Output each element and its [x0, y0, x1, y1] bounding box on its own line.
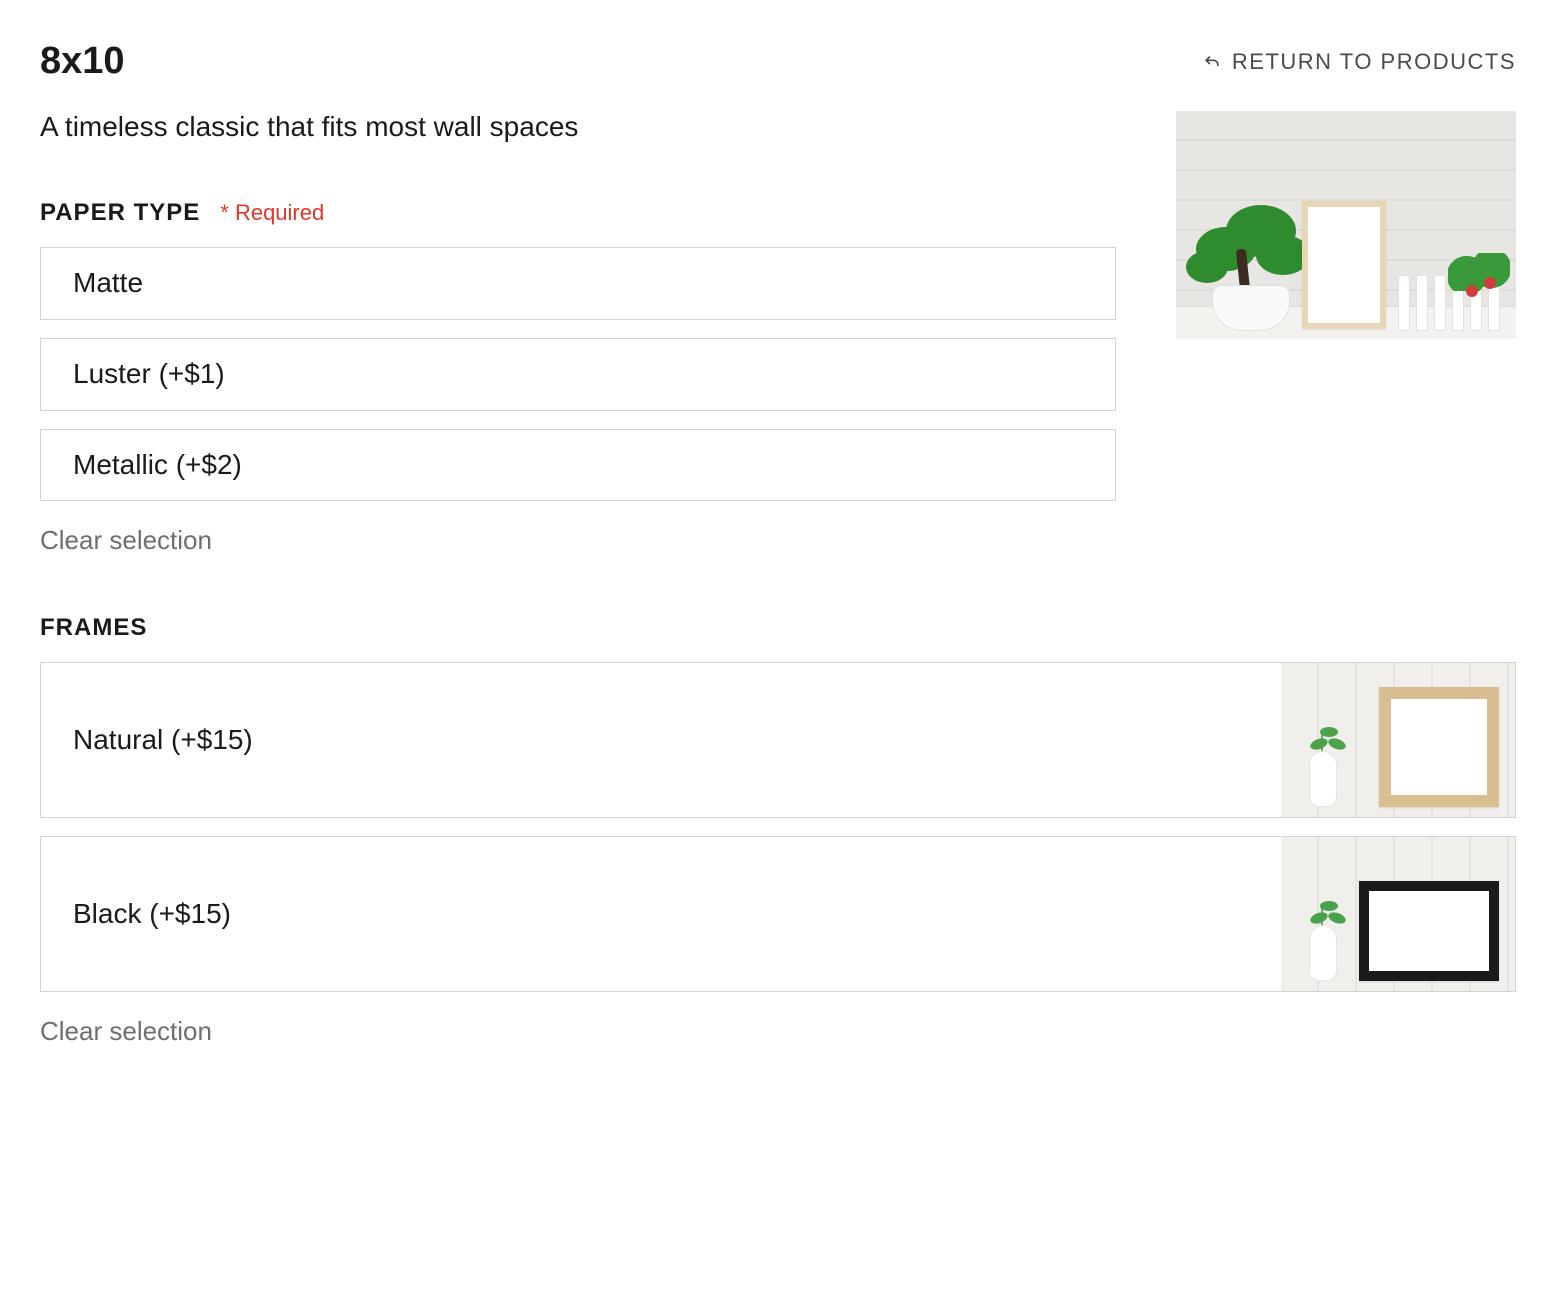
- frame-option-label: Black (+$15): [41, 879, 263, 950]
- paper-option-metallic[interactable]: Metallic (+$2): [40, 429, 1116, 502]
- product-image: [1176, 111, 1516, 339]
- frame-option-black[interactable]: Black (+$15): [40, 836, 1516, 992]
- paper-option-matte[interactable]: Matte: [40, 247, 1116, 320]
- paper-option-luster[interactable]: Luster (+$1): [40, 338, 1116, 411]
- return-link-label: RETURN TO PRODUCTS: [1232, 49, 1516, 75]
- frame-thumbnail-black: [1281, 837, 1515, 991]
- undo-icon: [1202, 52, 1222, 72]
- frame-option-list: Natural (+$15) Black (+$15): [40, 662, 1516, 992]
- page-title: 8x10: [40, 40, 125, 83]
- frames-label: FRAMES: [40, 614, 147, 642]
- frames-clear-selection[interactable]: Clear selection: [40, 1016, 212, 1047]
- frames-section: FRAMES Natural (+$15) Black (+$15): [40, 614, 1516, 1047]
- required-indicator: * Required: [220, 200, 324, 226]
- frame-option-label: Natural (+$15): [41, 705, 285, 776]
- paper-clear-selection[interactable]: Clear selection: [40, 525, 212, 556]
- product-subtitle: A timeless classic that fits most wall s…: [40, 111, 1116, 143]
- paper-type-section: PAPER TYPE * Required Matte Luster (+$1)…: [40, 199, 1116, 556]
- paper-option-list: Matte Luster (+$1) Metallic (+$2): [40, 247, 1116, 501]
- frame-thumbnail-natural: [1281, 663, 1515, 817]
- frame-option-natural[interactable]: Natural (+$15): [40, 662, 1516, 818]
- paper-type-label: PAPER TYPE: [40, 199, 200, 227]
- return-to-products-link[interactable]: RETURN TO PRODUCTS: [1202, 49, 1516, 75]
- page-header: 8x10 RETURN TO PRODUCTS: [40, 40, 1516, 83]
